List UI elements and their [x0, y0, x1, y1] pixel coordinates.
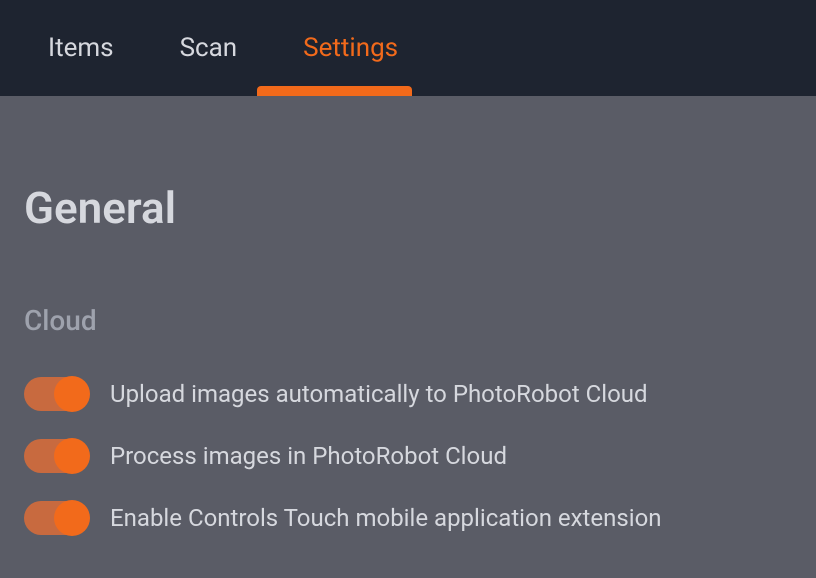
toggle-upload-images[interactable] — [24, 377, 88, 411]
page-title: General — [24, 182, 792, 234]
toggle-row-process: Process images in PhotoRobot Cloud — [24, 439, 792, 473]
tab-active-indicator — [257, 86, 412, 96]
toggle-thumb — [54, 376, 90, 412]
tab-items[interactable]: Items — [46, 33, 116, 63]
section-title-cloud: Cloud — [24, 304, 792, 337]
settings-content: General Cloud Upload images automaticall… — [0, 96, 816, 535]
toggle-label-controls-touch: Enable Controls Touch mobile application… — [110, 504, 662, 532]
toggle-process-images[interactable] — [24, 439, 88, 473]
tab-settings[interactable]: Settings — [301, 33, 400, 63]
toggle-thumb — [54, 438, 90, 474]
toggle-label-process: Process images in PhotoRobot Cloud — [110, 442, 507, 470]
toggle-row-upload: Upload images automatically to PhotoRobo… — [24, 377, 792, 411]
tab-bar: Items Scan Settings — [0, 0, 816, 96]
toggle-controls-touch[interactable] — [24, 501, 88, 535]
tab-scan[interactable]: Scan — [178, 33, 240, 63]
toggle-thumb — [54, 500, 90, 536]
toggle-row-controls-touch: Enable Controls Touch mobile application… — [24, 501, 792, 535]
toggle-label-upload: Upload images automatically to PhotoRobo… — [110, 380, 648, 408]
